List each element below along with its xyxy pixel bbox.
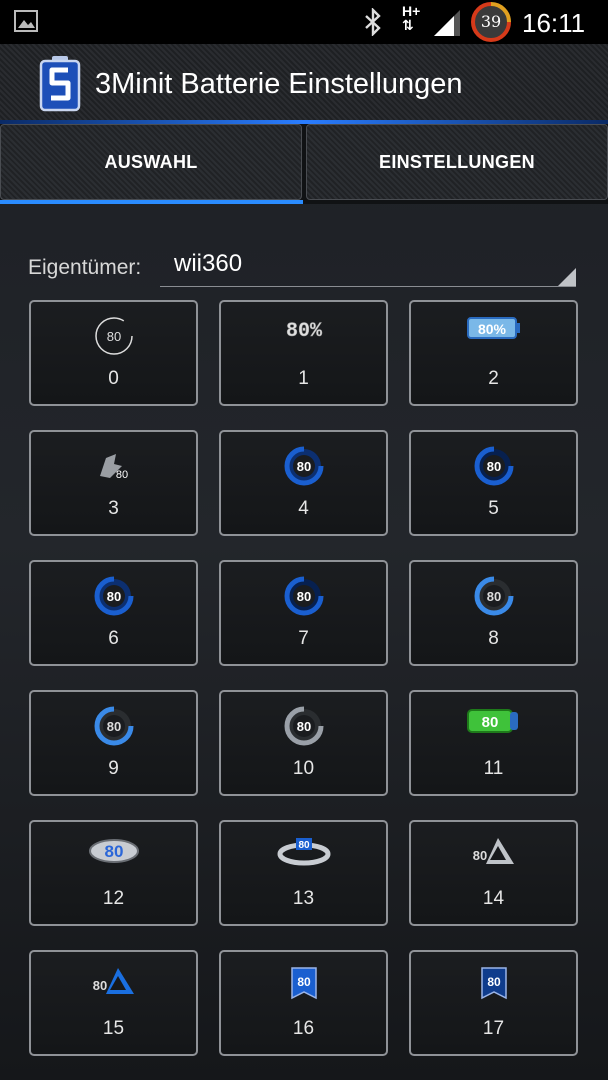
style-option-5[interactable]: 80 5	[409, 430, 578, 536]
style-grid: 80 0 80% 1 80% 2 80 3 80 4 80 5 80 6 80 7 80 8 80 9 80 10 80 11…	[29, 300, 579, 1056]
svg-text:80: 80	[92, 978, 106, 993]
style-option-10[interactable]: 80 10	[219, 690, 388, 796]
style-option-9[interactable]: 80 9	[29, 690, 198, 796]
style-number: 4	[298, 498, 309, 519]
owner-label: Eigentümer:	[28, 256, 142, 279]
tab-einstellungen-label: EINSTELLUNGEN	[379, 151, 535, 172]
style-option-7[interactable]: 80 7	[219, 560, 388, 666]
style-number: 2	[488, 368, 499, 389]
signal-icon	[434, 10, 460, 36]
style-number: 10	[292, 758, 315, 779]
style-number: 7	[298, 628, 309, 649]
battery-s-logo-icon[interactable]	[38, 54, 82, 112]
style-option-16[interactable]: 80 16	[219, 950, 388, 1056]
style-option-0[interactable]: 80 0	[29, 300, 198, 406]
svg-text:80: 80	[472, 848, 486, 863]
picture-icon	[14, 10, 38, 32]
style-number: 15	[102, 1018, 125, 1039]
clock: 16:11	[522, 8, 586, 38]
svg-text:80%: 80%	[477, 321, 506, 337]
tab-einstellungen[interactable]: EINSTELLUNGEN	[306, 124, 608, 200]
style-option-17[interactable]: 80 17	[409, 950, 578, 1056]
svg-text:80: 80	[486, 589, 500, 604]
style-number: 13	[292, 888, 315, 909]
style-option-11[interactable]: 80 11	[409, 690, 578, 796]
style-number: 5	[488, 498, 499, 519]
style-option-2[interactable]: 80% 2	[409, 300, 578, 406]
style-number: 1	[298, 368, 309, 389]
svg-text:80: 80	[487, 975, 501, 989]
style-number: 0	[108, 368, 119, 389]
style-number: 6	[108, 628, 119, 649]
svg-text:80: 80	[115, 469, 127, 481]
style-option-15[interactable]: 80 15	[29, 950, 198, 1056]
style-number: 9	[108, 758, 119, 779]
style-option-8[interactable]: 80 8	[409, 560, 578, 666]
style-number: 14	[482, 888, 505, 909]
svg-text:80: 80	[296, 589, 310, 604]
svg-text:80: 80	[486, 459, 500, 474]
bluetooth-icon	[365, 8, 381, 36]
app-title: 3Minit Batterie Einstellungen	[95, 68, 463, 100]
spinner-arrow-icon	[558, 268, 576, 286]
tab-auswahl-label: AUSWAHL	[104, 151, 198, 172]
style-option-3[interactable]: 80 3	[29, 430, 198, 536]
svg-text:80: 80	[106, 719, 120, 734]
tab-auswahl[interactable]: AUSWAHL	[0, 124, 302, 200]
svg-text:80: 80	[104, 842, 123, 861]
status-bar: H+ ⇅ 39 16:11	[0, 0, 608, 44]
style-option-6[interactable]: 80 6	[29, 560, 198, 666]
style-number: 8	[488, 628, 499, 649]
preview-text: 80	[106, 329, 120, 344]
svg-text:80: 80	[106, 589, 120, 604]
svg-text:80: 80	[481, 714, 498, 731]
svg-text:80: 80	[298, 840, 310, 851]
style-number: 3	[108, 498, 119, 519]
style-option-4[interactable]: 80 4	[219, 430, 388, 536]
svg-text:80: 80	[297, 975, 311, 989]
action-bar: 3Minit Batterie Einstellungen	[0, 44, 608, 120]
style-number: 16	[292, 1018, 315, 1039]
style-option-13[interactable]: 80 13	[219, 820, 388, 926]
owner-value: wii360	[174, 250, 243, 277]
network-hplus-icon: H+ ⇅	[402, 3, 421, 33]
svg-text:80: 80	[296, 459, 310, 474]
style-option-1[interactable]: 80% 1	[219, 300, 388, 406]
selected-tab-indicator	[0, 200, 303, 204]
style-option-12[interactable]: 80 12	[29, 820, 198, 926]
tab-bar: AUSWAHL EINSTELLUNGEN	[0, 124, 608, 204]
svg-text:80: 80	[296, 719, 310, 734]
style-number: 11	[483, 758, 504, 779]
style-number: 17	[482, 1018, 505, 1039]
battery-level: 39	[480, 12, 502, 31]
style-number: 12	[102, 888, 125, 909]
owner-spinner[interactable]: wii360	[160, 246, 576, 287]
svg-text:80%: 80%	[285, 320, 322, 343]
style-option-14[interactable]: 80 14	[409, 820, 578, 926]
